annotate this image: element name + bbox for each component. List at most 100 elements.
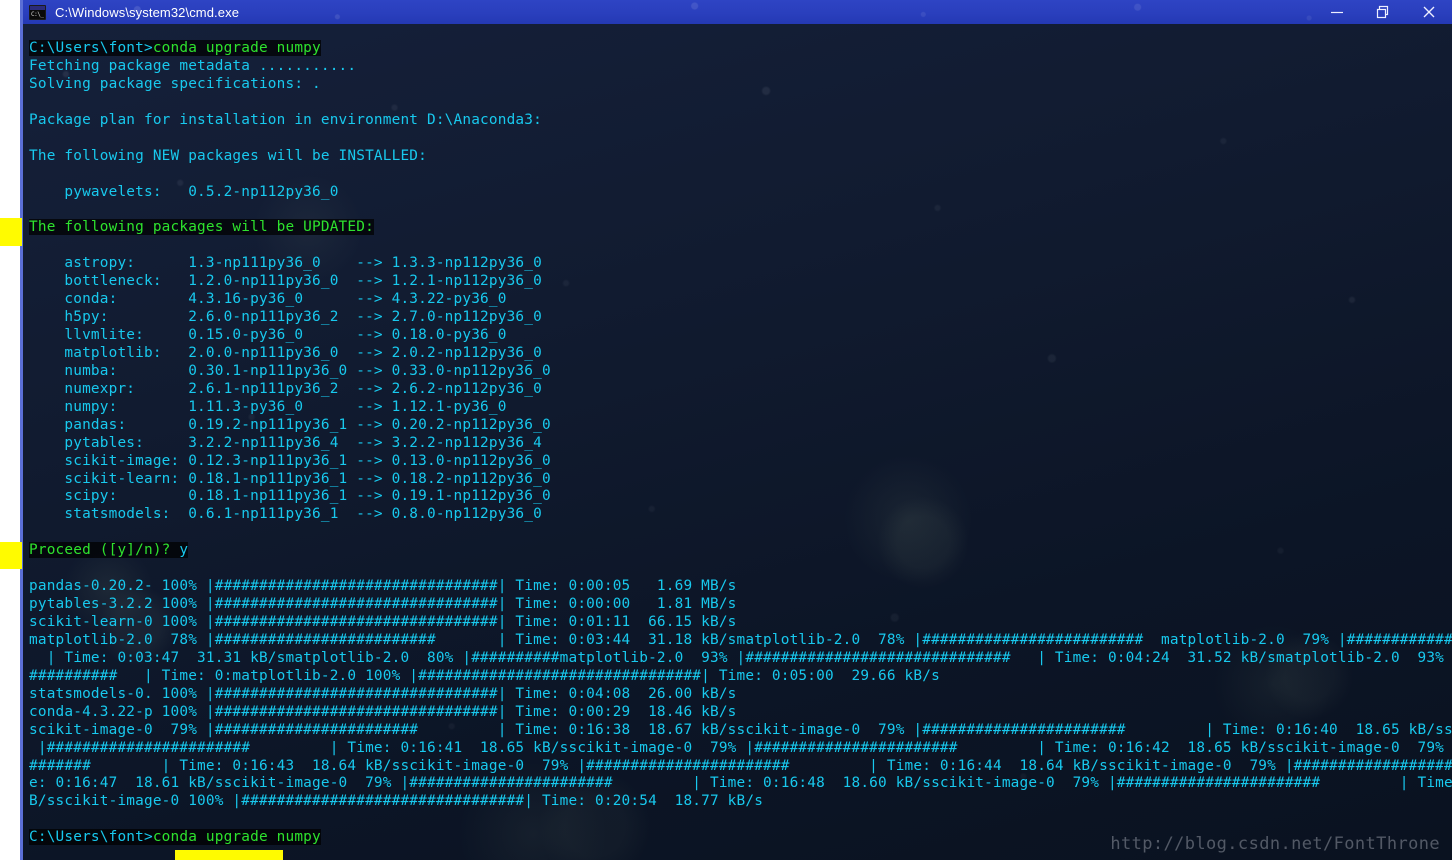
console-text: astropy: 1.3-np111py36_0 --> 1.3.3-np112… xyxy=(29,255,542,272)
console-text: conda upgrade numpy xyxy=(152,829,321,846)
console-text: scikit-learn: 0.18.1-np111py36_1 --> 0.1… xyxy=(29,470,551,487)
console-line: Package plan for installation in environ… xyxy=(29,112,1452,130)
console-text: pywavelets: 0.5.2-np112py36_0 xyxy=(29,183,339,200)
console-text: numexpr: 2.6.1-np111py36_2 --> 2.6.2-np1… xyxy=(29,380,542,397)
window-controls xyxy=(1314,0,1452,24)
console-line: scikit-image: 0.12.3-np111py36_1 --> 0.1… xyxy=(29,453,1452,471)
console-line: statsmodels: 0.6.1-np111py36_1 --> 0.8.0… xyxy=(29,506,1452,524)
console-text: pytables: 3.2.2-np111py36_4 --> 3.2.2-np… xyxy=(29,434,542,451)
screenshot-root: C:\_ C:\Windows\system32\cmd.exe C:\User… xyxy=(0,0,1452,860)
console-text: llvmlite: 0.15.0-py36_0 --> 0.18.0-py36_… xyxy=(29,327,507,343)
console-line: scikit-image-0 79% |####################… xyxy=(29,722,1452,740)
close-button[interactable] xyxy=(1406,0,1452,24)
console-text: Fetching package metadata ........... xyxy=(29,57,357,74)
console-text: Proceed ([y]/n)? xyxy=(29,542,180,559)
console-text: C:\Users\font> xyxy=(29,829,153,846)
console-text: C:\Users\font> xyxy=(29,40,153,56)
console-line: pywavelets: 0.5.2-np112py36_0 xyxy=(29,184,1452,202)
console-line: pytables: 3.2.2-np111py36_4 --> 3.2.2-np… xyxy=(29,435,1452,453)
console-text: scikit-image: 0.12.3-np111py36_1 --> 0.1… xyxy=(29,452,551,469)
console-line: astropy: 1.3-np111py36_0 --> 1.3.3-np112… xyxy=(29,255,1452,273)
console-text: bottleneck: 1.2.0-np111py36_0 --> 1.2.1-… xyxy=(29,273,542,290)
console-line: llvmlite: 0.15.0-py36_0 --> 0.18.0-py36_… xyxy=(29,327,1452,345)
console-text: numba: 0.30.1-np111py36_0 --> 0.33.0-np1… xyxy=(29,362,551,379)
console-text: conda upgrade numpy xyxy=(152,40,321,56)
console-line: pandas: 0.19.2-np111py36_1 --> 0.20.2-np… xyxy=(29,417,1452,435)
console-text: y xyxy=(179,542,189,559)
console-line: |####################### | Time: 0:16:41… xyxy=(29,740,1452,758)
console-line: conda-4.3.22-p 100% |###################… xyxy=(29,704,1452,722)
console-line: Fetching package metadata ........... xyxy=(29,58,1452,76)
console-text: Package plan for installation in environ… xyxy=(29,111,542,128)
console-text: ####### | Time: 0:16:43 18.64 kB/sscikit… xyxy=(29,757,1452,774)
console-line: Solving package specifications: . xyxy=(29,76,1452,94)
restore-icon xyxy=(1376,5,1388,18)
console-text: pytables-3.2.2 100% |###################… xyxy=(29,596,737,613)
terminal-surface[interactable]: C:\Users\font>conda upgrade numpy Fetchin… xyxy=(23,24,1452,860)
console-line: ########## | Time: 0:matplotlib-2.0 100%… xyxy=(29,668,1452,686)
window-title: C:\Windows\system32\cmd.exe xyxy=(55,4,240,20)
console-line: e: 0:16:47 18.61 kB/sscikit-image-0 79% … xyxy=(29,775,1452,793)
console-line: The following packages will be UPDATED: xyxy=(29,219,1452,237)
console-text: conda: 4.3.16-py36_0 --> 4.3.22-py36_0 xyxy=(29,291,507,308)
console-line: scikit-learn: 0.18.1-np111py36_1 --> 0.1… xyxy=(29,471,1452,489)
console-line: bottleneck: 1.2.0-np111py36_0 --> 1.2.1-… xyxy=(29,273,1452,291)
console-line: numba: 0.30.1-np111py36_0 --> 0.33.0-np1… xyxy=(29,363,1452,381)
console-text: B/sscikit-image-0 100% |################… xyxy=(29,793,764,810)
highlight-marker-updated xyxy=(0,218,22,246)
console-line: pandas-0.20.2- 100% |###################… xyxy=(29,578,1452,596)
console-text: pandas: 0.19.2-np111py36_1 --> 0.20.2-np… xyxy=(29,416,551,433)
highlight-marker-proceed xyxy=(0,542,22,569)
console-line: pytables-3.2.2 100% |###################… xyxy=(29,596,1452,614)
console-line: Proceed ([y]/n)? y xyxy=(29,542,1452,560)
console-text: The following NEW packages will be INSTA… xyxy=(29,147,427,164)
highlight-marker-command xyxy=(175,850,283,860)
console-text: scikit-learn-0 100% |###################… xyxy=(29,614,737,630)
blog-watermark: http://blog.csdn.net/FontThrone xyxy=(1110,834,1440,854)
console-line: conda: 4.3.16-py36_0 --> 4.3.22-py36_0 xyxy=(29,291,1452,309)
console-text: The following packages will be UPDATED: xyxy=(29,219,374,236)
console-text: ########## | Time: 0:matplotlib-2.0 100%… xyxy=(29,667,940,684)
console-line: matplotlib-2.0 78% |####################… xyxy=(29,632,1452,650)
console-line: scipy: 0.18.1-np111py36_1 --> 0.19.1-np1… xyxy=(29,488,1452,506)
console-text: Solving package specifications: . xyxy=(29,75,321,92)
console-line: B/sscikit-image-0 100% |################… xyxy=(29,793,1452,811)
cmd-window: C:\_ C:\Windows\system32\cmd.exe C:\User… xyxy=(20,0,1452,860)
console-text: matplotlib: 2.0.0-np111py36_0 --> 2.0.2-… xyxy=(29,344,542,361)
console-line: scikit-learn-0 100% |###################… xyxy=(29,614,1452,632)
cmd-console-icon: C:\_ xyxy=(29,4,46,20)
console-text: matplotlib-2.0 78% |####################… xyxy=(29,631,1452,648)
console-line: | Time: 0:03:47 31.31 kB/smatplotlib-2.0… xyxy=(29,650,1452,668)
console-text: pandas-0.20.2- 100% |###################… xyxy=(29,578,737,595)
console-text: conda-4.3.22-p 100% |###################… xyxy=(29,703,737,720)
console-line: numexpr: 2.6.1-np111py36_2 --> 2.6.2-np1… xyxy=(29,381,1452,399)
console-text: numpy: 1.11.3-py36_0 --> 1.12.1-py36_0 xyxy=(29,398,507,415)
console-text: h5py: 2.6.0-np111py36_2 --> 2.7.0-np112p… xyxy=(29,309,542,326)
console-line: C:\Users\font>conda upgrade numpy xyxy=(29,40,1452,58)
console-line: The following NEW packages will be INSTA… xyxy=(29,148,1452,166)
restore-button[interactable] xyxy=(1360,0,1406,24)
console-text: statsmodels-0. 100% |###################… xyxy=(29,685,737,702)
minimize-button[interactable] xyxy=(1314,0,1360,24)
console-text: e: 0:16:47 18.61 kB/sscikit-image-0 79% … xyxy=(29,775,1452,792)
window-titlebar[interactable]: C:\_ C:\Windows\system32\cmd.exe xyxy=(23,0,1452,24)
console-line: matplotlib: 2.0.0-np111py36_0 --> 2.0.2-… xyxy=(29,345,1452,363)
console-text: statsmodels: 0.6.1-np111py36_1 --> 0.8.0… xyxy=(29,506,542,523)
console-line: numpy: 1.11.3-py36_0 --> 1.12.1-py36_0 xyxy=(29,399,1452,417)
close-icon xyxy=(1423,6,1435,18)
console-output: C:\Users\font>conda upgrade numpy Fetchin… xyxy=(29,40,1452,860)
console-line: ####### | Time: 0:16:43 18.64 kB/sscikit… xyxy=(29,758,1452,776)
console-text: | Time: 0:03:47 31.31 kB/smatplotlib-2.0… xyxy=(46,649,1445,666)
minimize-icon xyxy=(1331,11,1343,14)
console-text: scipy: 0.18.1-np111py36_1 --> 0.19.1-np1… xyxy=(29,488,551,505)
console-line: h5py: 2.6.0-np111py36_2 --> 2.7.0-np112p… xyxy=(29,309,1452,327)
console-line: statsmodels-0. 100% |###################… xyxy=(29,686,1452,704)
